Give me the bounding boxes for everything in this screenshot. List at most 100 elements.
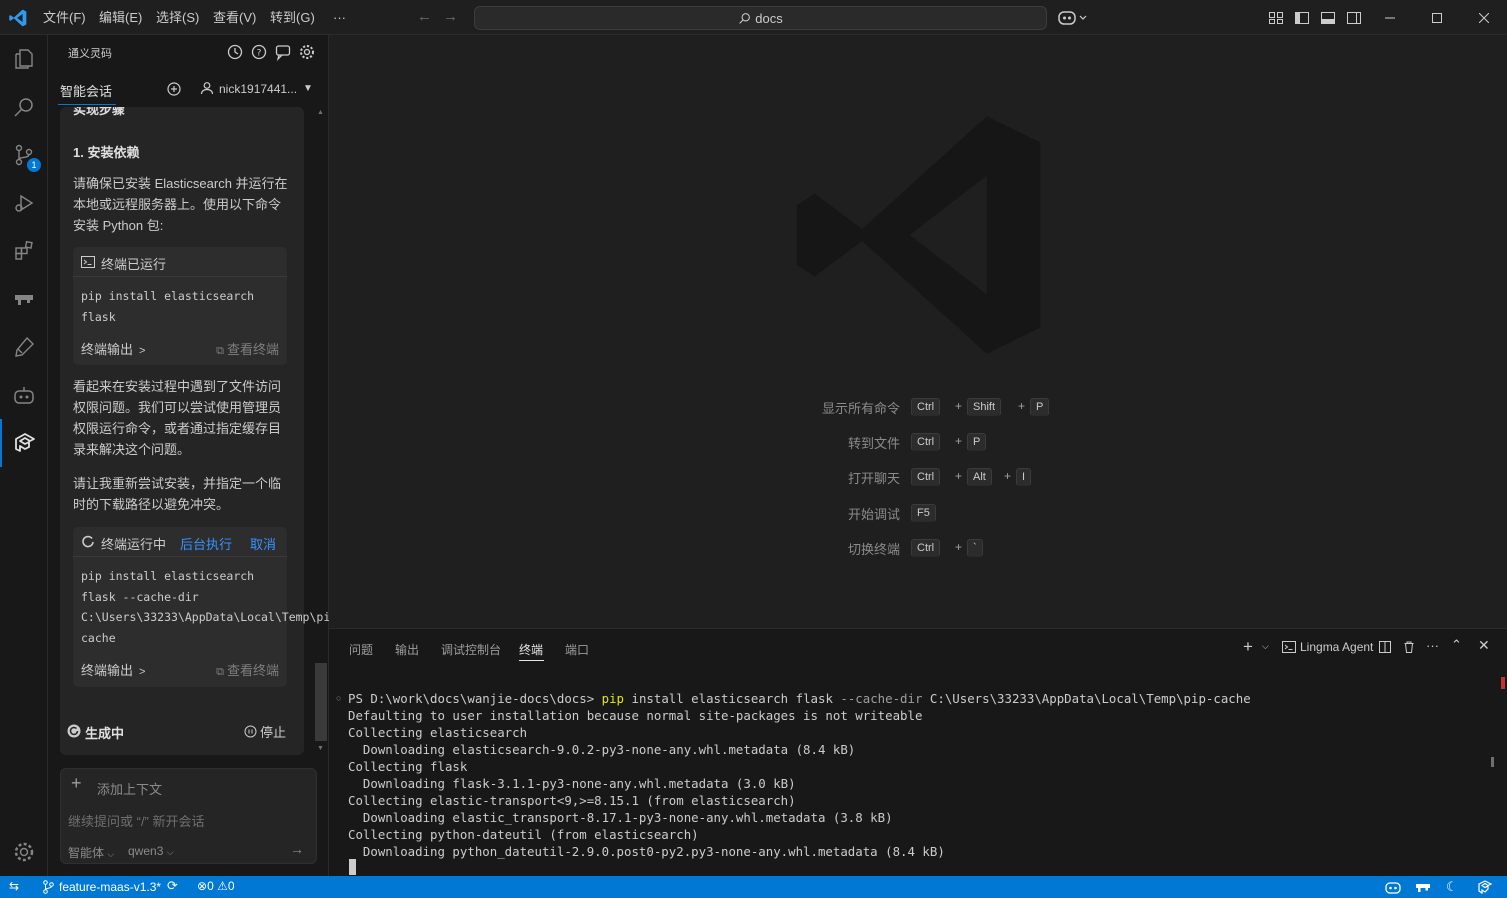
menu-edit[interactable]: 编辑(E) [99, 9, 142, 27]
menu-view[interactable]: 查看(V) [213, 9, 256, 27]
chat-message-list[interactable]: 实现步骤 1. 安装依赖 请确保已安装 Elasticsearch 并运行在本地… [48, 107, 329, 755]
back-arrow-icon[interactable]: ← [417, 8, 432, 25]
model-select[interactable]: qwen3 ⌵ [128, 844, 174, 858]
source-control-icon[interactable]: 1 [0, 131, 48, 179]
view-terminal-link[interactable]: ⧉ 查看终端 [216, 660, 279, 679]
warning-count: 0 [227, 879, 235, 893]
help-icon[interactable]: ? [250, 43, 268, 61]
run-debug-icon[interactable] [0, 179, 48, 227]
chat-scrollbar[interactable]: ▲ ▼ [315, 107, 327, 757]
tab-problems[interactable]: 问题 [349, 641, 373, 658]
add-context-plus-icon[interactable]: + [71, 773, 82, 794]
view-terminal-link[interactable]: ⧉ 查看终端 [216, 339, 279, 358]
view-terminal-label: 查看终端 [226, 663, 279, 678]
menu-go[interactable]: 转到(G) [270, 9, 315, 27]
terminal-prompt: PS D:\work\docs\wanjie-docs\docs> [348, 691, 602, 706]
maximize-panel-icon[interactable]: ⌃ [1451, 637, 1462, 653]
tab-ports[interactable]: 端口 [565, 641, 589, 658]
keyboard-key: Ctrl [911, 433, 941, 451]
history-icon[interactable] [226, 43, 244, 61]
add-context-button[interactable]: 添加上下文 [97, 779, 162, 798]
terminal-output[interactable]: PS D:\work\docs\wanjie-docs\docs> pip in… [348, 690, 1251, 860]
forward-arrow-icon[interactable]: → [443, 8, 458, 25]
keyboard-key: P [1030, 398, 1050, 416]
toggle-panel-icon[interactable] [1320, 10, 1336, 26]
maximize-button[interactable] [1414, 0, 1460, 35]
chat-composer[interactable]: + 添加上下文 继续提问或 “/” 新开会话 智能体 ⌵ qwen3 ⌵ → [60, 768, 317, 864]
toggle-secondary-sidebar-icon[interactable] [1346, 10, 1362, 26]
minimize-icon [1385, 17, 1395, 18]
lingma-icon[interactable] [0, 419, 48, 467]
terminal-name[interactable]: Lingma Agent [1300, 640, 1373, 654]
remote-indicator-icon[interactable]: ⇆ [9, 879, 19, 893]
command-center-search[interactable]: docs [474, 6, 1047, 30]
testing-icon[interactable] [0, 323, 48, 371]
lingma-status-icon[interactable] [1477, 880, 1493, 894]
problems-indicator[interactable]: ⊗0 ⚠0 [197, 879, 235, 893]
chevron-down-icon[interactable]: ⌵ [1262, 641, 1269, 652]
menu-selection[interactable]: 选择(S) [156, 9, 199, 27]
chevron-right-icon: > [139, 345, 146, 357]
cancel-command-button[interactable]: 取消 [250, 534, 276, 553]
shortcut-hint-label: 开始调试 [847, 507, 900, 522]
copilot-chat-icon[interactable] [0, 371, 48, 419]
search-icon[interactable] [0, 83, 48, 131]
chevron-down-icon[interactable]: ▼ [303, 83, 313, 94]
split-terminal-icon[interactable] [1378, 640, 1392, 654]
copilot-status-icon[interactable] [1385, 880, 1401, 894]
git-branch-icon [43, 880, 54, 894]
terminal-command: pip install elasticsearch flask --cache-… [81, 569, 329, 645]
vscode-logo-icon [9, 9, 27, 27]
menu-more[interactable]: ··· [333, 9, 346, 27]
explorer-icon[interactable] [0, 35, 48, 83]
tab-smart-chat[interactable]: 智能会话 [60, 81, 112, 100]
toggle-primary-sidebar-icon[interactable] [1294, 10, 1310, 26]
remote-status-icon[interactable] [1415, 880, 1431, 894]
chat-input[interactable]: 继续提问或 “/” 新开会话 [68, 811, 205, 830]
close-panel-icon[interactable]: ✕ [1478, 637, 1490, 654]
user-name[interactable]: nick1917441... [219, 82, 297, 96]
loading-icon: ☾ [1446, 879, 1458, 894]
copilot-icon[interactable] [1058, 9, 1092, 27]
scroll-thumb[interactable] [315, 663, 327, 741]
customize-layout-icon[interactable] [1268, 10, 1284, 26]
maximize-icon [1432, 12, 1442, 23]
more-actions-icon[interactable]: ··· [1426, 638, 1439, 653]
stop-button[interactable]: 停止 [244, 720, 290, 742]
sync-icon[interactable]: ⟳ [167, 878, 178, 894]
feedback-icon[interactable] [274, 43, 292, 61]
close-window-button[interactable] [1461, 0, 1507, 35]
new-terminal-plus-icon[interactable]: + [1243, 637, 1253, 657]
activity-bar: 1 [0, 35, 48, 876]
extensions-icon[interactable] [0, 227, 48, 275]
manage-gear-icon[interactable] [0, 828, 48, 876]
scm-badge: 1 [27, 158, 41, 172]
keyboard-key: Alt [967, 468, 992, 486]
tab-terminal[interactable]: 终端 [519, 641, 543, 658]
tab-output[interactable]: 输出 [395, 641, 419, 658]
scroll-down-icon[interactable]: ▼ [317, 745, 324, 752]
assistant-message: 实现步骤 1. 安装依赖 请确保已安装 Elasticsearch 并运行在本地… [60, 107, 329, 755]
send-arrow-icon[interactable]: → [290, 841, 304, 857]
trash-icon[interactable] [1402, 640, 1416, 654]
mode-label: 智能体 [68, 846, 105, 860]
run-in-background-button[interactable]: 后台执行 [180, 534, 232, 553]
mode-select[interactable]: 智能体 ⌵ [68, 844, 114, 861]
minimize-button[interactable] [1367, 0, 1413, 35]
terminal-output-toggle[interactable]: 终端输出 > [81, 660, 145, 679]
scroll-up-icon[interactable]: ▲ [317, 109, 324, 116]
remote-explorer-icon[interactable] [0, 275, 48, 323]
settings-gear-icon[interactable] [298, 43, 316, 61]
git-branch[interactable]: feature-maas-v1.3* [59, 880, 161, 894]
tab-debug-console[interactable]: 调试控制台 [441, 641, 501, 658]
chevron-right-icon: > [139, 666, 146, 678]
message-paragraph: 看起来在安装过程中遇到了文件访问权限问题。我们可以尝试使用管理员权限运行命令，或… [73, 379, 282, 457]
stop-label: 停止 [260, 724, 287, 740]
generating-label: 生成中 [85, 726, 125, 741]
terminal-line: Collecting flask [348, 759, 468, 774]
terminal-icon [1282, 641, 1296, 653]
terminal-output-toggle[interactable]: 终端输出 > [81, 339, 145, 358]
stop-icon [244, 725, 257, 737]
new-session-icon[interactable] [166, 81, 182, 97]
menu-file[interactable]: 文件(F) [43, 9, 86, 27]
